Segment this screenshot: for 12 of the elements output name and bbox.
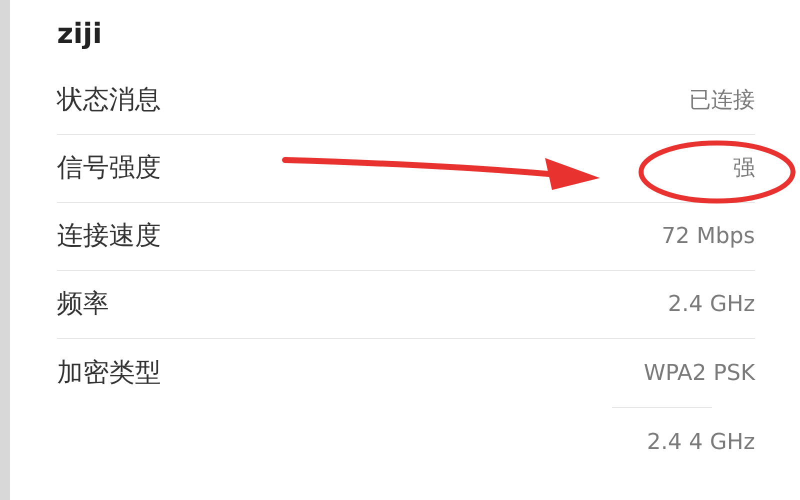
detail-label: 信号强度: [57, 152, 161, 185]
detail-label: 状态消息: [57, 84, 161, 117]
detail-label: 频率: [57, 288, 109, 321]
detail-value: 已连接: [689, 87, 755, 115]
detail-value: 72 Mbps: [662, 223, 755, 251]
detail-value: 2.4 4 GHz: [646, 428, 755, 456]
network-name: ziji: [57, 16, 102, 52]
detail-value: 2.4 GHz: [668, 291, 755, 319]
detail-label: 连接速度: [57, 220, 161, 253]
detail-label: 加密类型: [57, 356, 161, 390]
detail-value: WPA2 PSK: [644, 360, 755, 388]
detail-value: 强: [733, 155, 755, 183]
